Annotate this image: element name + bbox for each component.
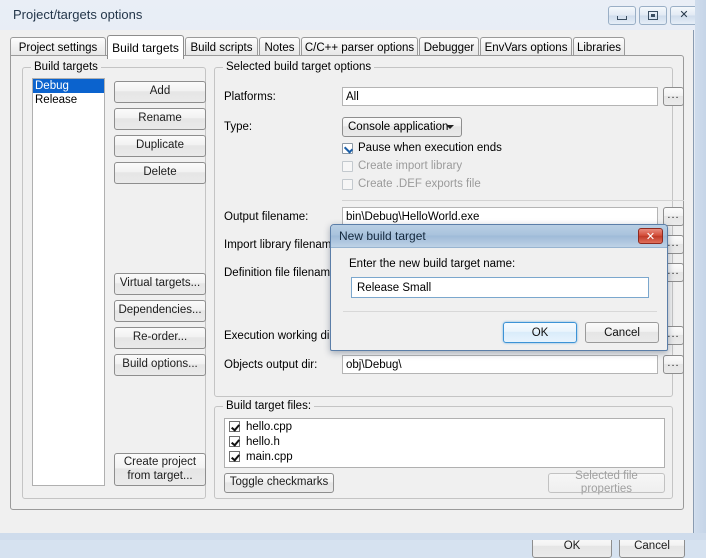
objects-output-dir-label: Objects output dir: xyxy=(224,359,318,371)
window-frame-bottom xyxy=(0,533,706,540)
build-target-files-group-label: Build target files: xyxy=(223,400,315,412)
file-name: hello.cpp xyxy=(246,420,293,433)
platforms-field[interactable]: All xyxy=(342,87,658,106)
dialog-cancel-button[interactable]: Cancel xyxy=(585,322,659,343)
type-label: Type: xyxy=(224,121,253,133)
main-window: Project/targets options ✕ Project settin… xyxy=(0,0,706,558)
build-target-files-listbox[interactable]: hello.cpp hello.h main.cpp xyxy=(224,418,665,468)
build-targets-group: Build targets Debug Release Add Rename D… xyxy=(22,61,206,499)
objects-output-dir-field[interactable]: obj\Debug\ xyxy=(342,355,658,374)
list-item[interactable]: Release xyxy=(33,93,104,107)
close-icon: ✕ xyxy=(645,230,656,243)
duplicate-button[interactable]: Duplicate xyxy=(114,135,206,157)
dialog-prompt-label: Enter the new build target name: xyxy=(349,258,516,270)
list-item[interactable]: Debug xyxy=(33,79,104,93)
checkbox-create-def-exports-file: Create .DEF exports file xyxy=(342,178,481,190)
checkbox-icon xyxy=(342,178,353,190)
checkbox-icon xyxy=(342,142,353,154)
dialog-divider xyxy=(343,311,657,312)
build-options-button[interactable]: Build options... xyxy=(114,354,206,376)
check-icon xyxy=(229,421,240,432)
list-item[interactable]: hello.h xyxy=(225,434,664,449)
close-button[interactable]: ✕ xyxy=(670,6,698,25)
create-project-from-target-button[interactable]: Create project from target... xyxy=(114,453,206,486)
file-name: hello.h xyxy=(246,435,280,448)
list-item[interactable]: main.cpp xyxy=(225,449,664,464)
checkbox-label: Create .DEF exports file xyxy=(358,178,481,190)
list-item[interactable]: hello.cpp xyxy=(225,419,664,434)
reorder-button[interactable]: Re-order... xyxy=(114,327,206,349)
close-icon: ✕ xyxy=(679,9,689,21)
build-targets-group-label: Build targets xyxy=(31,61,101,73)
checkbox-pause-when-execution-ends[interactable]: Pause when execution ends xyxy=(342,142,502,154)
virtual-targets-button[interactable]: Virtual targets... xyxy=(114,273,206,295)
check-icon xyxy=(229,451,240,462)
dialog-titlebar: New build target ✕ xyxy=(331,225,667,248)
output-filename-label: Output filename: xyxy=(224,211,309,223)
checkbox-create-import-library: Create import library xyxy=(342,160,462,172)
checkbox-label: Create import library xyxy=(358,160,463,172)
dialog-close-button[interactable]: ✕ xyxy=(638,228,663,244)
checkbox-label: Pause when execution ends xyxy=(358,142,502,154)
platforms-browse-button[interactable]: ... xyxy=(663,87,684,106)
add-button[interactable]: Add xyxy=(114,81,206,103)
type-combobox-value: Console application xyxy=(348,121,449,133)
file-name: main.cpp xyxy=(246,450,293,463)
divider xyxy=(342,200,684,201)
chevron-down-icon xyxy=(446,125,454,129)
new-build-target-dialog: New build target ✕ Enter the new build t… xyxy=(330,224,668,351)
dialog-title: New build target xyxy=(339,229,426,243)
delete-button[interactable]: Delete xyxy=(114,162,206,184)
selected-options-group-label: Selected build target options xyxy=(223,61,375,73)
import-library-filename-label: Import library filename: xyxy=(224,239,341,251)
objects-output-dir-browse-button[interactable]: ... xyxy=(663,355,684,374)
check-icon xyxy=(229,436,240,447)
minimize-button[interactable] xyxy=(608,6,636,25)
window-titlebar: Project/targets options ✕ xyxy=(0,0,706,30)
dependencies-button[interactable]: Dependencies... xyxy=(114,300,206,322)
window-title: Project/targets options xyxy=(13,7,143,22)
dialog-ok-button[interactable]: OK xyxy=(503,322,577,343)
rename-button[interactable]: Rename xyxy=(114,108,206,130)
maximize-icon xyxy=(640,7,666,24)
build-target-files-group: Build target files: hello.cpp hello.h ma… xyxy=(214,400,673,499)
toggle-checkmarks-button[interactable]: Toggle checkmarks xyxy=(224,473,334,493)
window-frame-right xyxy=(695,0,706,540)
minimize-icon xyxy=(609,7,635,24)
selected-file-properties-button: Selected file properties xyxy=(548,470,665,495)
build-target-name-input[interactable]: Release Small xyxy=(351,277,649,298)
build-targets-listbox[interactable]: Debug Release xyxy=(32,78,105,486)
tab-build-targets[interactable]: Build targets xyxy=(107,35,184,59)
maximize-button[interactable] xyxy=(639,6,667,25)
output-filename-browse-button[interactable]: ... xyxy=(663,207,684,226)
platforms-label: Platforms: xyxy=(224,91,276,103)
execution-working-dir-label: Execution working dir: xyxy=(224,330,337,342)
checkbox-icon xyxy=(342,160,353,172)
definition-file-filename-label: Definition file filename: xyxy=(224,267,340,279)
type-combobox[interactable]: Console application xyxy=(342,117,462,137)
